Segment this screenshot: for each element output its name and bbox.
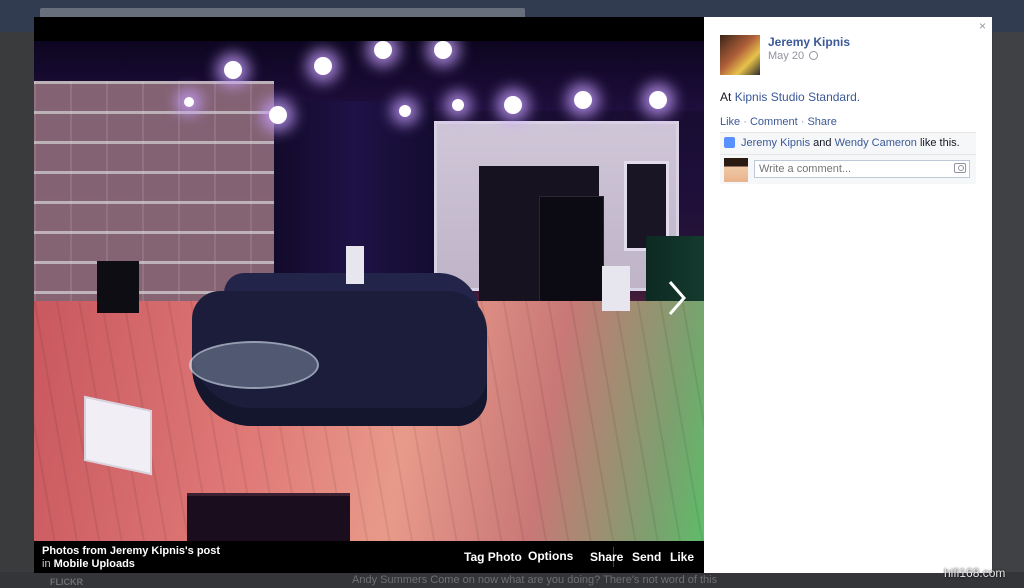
author-name[interactable]: Jeremy Kipnis bbox=[768, 35, 850, 49]
photo-source[interactable]: Photos from Jeremy Kipnis's post bbox=[42, 545, 220, 557]
post-info-panel: × Jeremy Kipnis May 20 At Kipnis Studio … bbox=[704, 17, 992, 573]
dimmed-right-column bbox=[993, 32, 1024, 572]
likes-text: Jeremy Kipnis and Wendy Cameron like thi… bbox=[741, 137, 960, 149]
post-date: May 20 bbox=[768, 50, 819, 62]
location-link[interactable]: Kipnis Studio Standard. bbox=[735, 90, 860, 104]
liker-2[interactable]: Wendy Cameron bbox=[835, 137, 917, 149]
speaker-right bbox=[602, 266, 630, 311]
dimmed-flickr-label: FLICKR bbox=[50, 577, 83, 587]
camera-icon[interactable] bbox=[954, 163, 966, 173]
album-prefix: in bbox=[42, 558, 51, 570]
photo-viewer: ⤢ bbox=[34, 17, 704, 573]
share-link[interactable]: Share bbox=[807, 116, 836, 128]
post-text: At Kipnis Studio Standard. bbox=[720, 90, 860, 104]
album-link[interactable]: Mobile Uploads bbox=[54, 558, 135, 570]
comment-link[interactable]: Comment bbox=[750, 116, 798, 128]
send-button[interactable]: Send bbox=[632, 550, 661, 564]
post-actions: Like · Comment · Share bbox=[720, 116, 837, 128]
studio-photo bbox=[34, 41, 704, 557]
next-photo-arrow-icon[interactable] bbox=[664, 278, 690, 318]
options-button[interactable]: Options bbox=[528, 549, 573, 563]
glass-table bbox=[189, 341, 319, 389]
post-prefix: At bbox=[720, 90, 732, 104]
globe-icon bbox=[809, 51, 819, 60]
avatar[interactable] bbox=[720, 35, 760, 75]
comment-input[interactable] bbox=[754, 160, 970, 178]
photo-album-line: in Mobile Uploads bbox=[42, 558, 135, 570]
close-icon[interactable]: × bbox=[979, 19, 986, 33]
avatar bbox=[724, 158, 748, 182]
watermark: hifi168.com bbox=[944, 566, 1006, 580]
likes-summary: Jeremy Kipnis and Wendy Cameron like thi… bbox=[720, 132, 976, 154]
date-text[interactable]: May 20 bbox=[768, 50, 804, 62]
dimmed-feed-text: Andy Summers Come on now what are you do… bbox=[352, 574, 718, 586]
likes-and: and bbox=[813, 137, 832, 149]
thumbs-up-icon bbox=[724, 137, 735, 148]
separator: · bbox=[800, 116, 805, 128]
like-button[interactable]: Like bbox=[670, 550, 694, 564]
separator: · bbox=[743, 116, 747, 128]
tag-photo-button[interactable]: Tag Photo bbox=[464, 550, 522, 564]
likes-suffix: like this. bbox=[919, 137, 960, 149]
comment-composer bbox=[720, 154, 976, 184]
like-link[interactable]: Like bbox=[720, 116, 740, 128]
photo-footer-bar: Photos from Jeremy Kipnis's post in Mobi… bbox=[34, 541, 704, 573]
share-button[interactable]: Share bbox=[590, 550, 623, 564]
liker-1[interactable]: Jeremy Kipnis bbox=[741, 137, 810, 149]
